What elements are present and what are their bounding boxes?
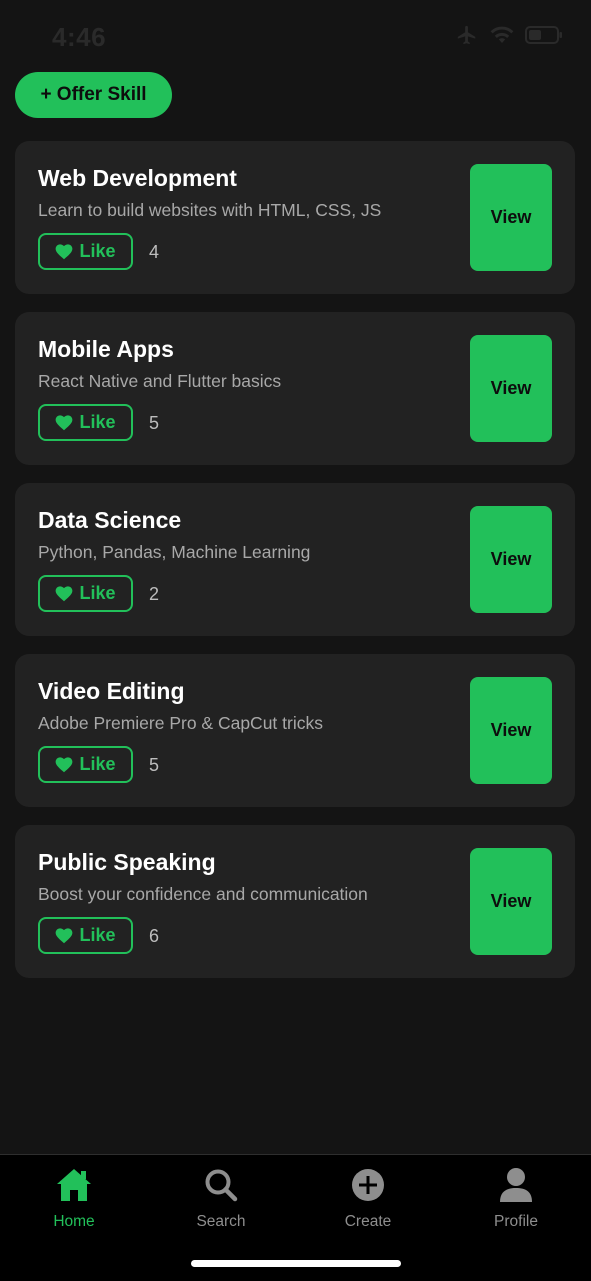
tab-label: Profile: [494, 1213, 538, 1230]
plus-circle-icon: [351, 1167, 385, 1203]
skill-description: Python, Pandas, Machine Learning: [38, 542, 311, 562]
like-count: 5: [149, 413, 160, 433]
tab-create[interactable]: Create: [318, 1167, 418, 1231]
status-time: 4:46: [52, 22, 107, 52]
skill-description: Adobe Premiere Pro & CapCut tricks: [38, 713, 323, 733]
tab-label: Search: [196, 1213, 246, 1230]
view-button[interactable]: View: [470, 677, 552, 784]
skill-title: Video Editing: [38, 678, 185, 704]
like-count: 2: [149, 584, 160, 604]
search-icon: [204, 1167, 238, 1203]
wifi-icon: [489, 25, 515, 45]
skill-card: Mobile Apps React Native and Flutter bas…: [15, 312, 575, 465]
like-button[interactable]: Like: [38, 575, 133, 612]
like-count: 6: [149, 926, 160, 946]
airplane-icon: [455, 24, 479, 46]
skill-title: Data Science: [38, 507, 182, 533]
skill-list: Web Development Learn to build websites …: [15, 141, 575, 996]
skill-description: Learn to build websites with HTML, CSS, …: [38, 200, 382, 220]
skill-card: Data Science Python, Pandas, Machine Lea…: [15, 483, 575, 636]
like-count: 4: [149, 242, 160, 262]
view-button[interactable]: View: [470, 848, 552, 955]
view-button[interactable]: View: [470, 506, 552, 613]
offer-skill-button[interactable]: + Offer Skill: [15, 72, 172, 118]
skill-card: Video Editing Adobe Premiere Pro & CapCu…: [15, 654, 575, 807]
like-label: Like: [79, 412, 116, 432]
like-label: Like: [79, 925, 116, 945]
tab-label: Create: [344, 1213, 392, 1230]
home-icon: [56, 1167, 92, 1203]
skill-card: Web Development Learn to build websites …: [15, 141, 575, 294]
skill-title: Public Speaking: [38, 849, 216, 875]
skill-card: Public Speaking Boost your confidence an…: [15, 825, 575, 978]
heart-icon: [55, 585, 73, 602]
tab-home[interactable]: Home: [24, 1167, 124, 1231]
heart-icon: [55, 927, 73, 944]
tab-profile[interactable]: Profile: [466, 1167, 566, 1231]
heart-icon: [55, 756, 73, 773]
heart-icon: [55, 243, 73, 260]
like-label: Like: [79, 754, 116, 774]
like-label: Like: [79, 241, 116, 261]
like-button[interactable]: Like: [38, 233, 133, 270]
like-button[interactable]: Like: [38, 917, 133, 954]
heart-icon: [55, 414, 73, 431]
status-icons: [455, 24, 563, 46]
skill-description: Boost your confidence and communication: [38, 884, 368, 904]
like-button[interactable]: Like: [38, 746, 133, 783]
skill-description: React Native and Flutter basics: [38, 371, 282, 391]
tab-label: Home: [53, 1213, 95, 1230]
like-label: Like: [79, 583, 116, 603]
battery-icon: [525, 25, 563, 45]
skill-title: Mobile Apps: [38, 336, 174, 362]
like-count: 5: [149, 755, 160, 775]
like-button[interactable]: Like: [38, 404, 133, 441]
view-button[interactable]: View: [470, 164, 552, 271]
tab-search[interactable]: Search: [171, 1167, 271, 1231]
home-indicator: [191, 1260, 401, 1267]
skill-title: Web Development: [38, 165, 237, 191]
status-bar: 4:46: [0, 0, 591, 70]
view-button[interactable]: View: [470, 335, 552, 442]
person-icon: [498, 1167, 534, 1203]
